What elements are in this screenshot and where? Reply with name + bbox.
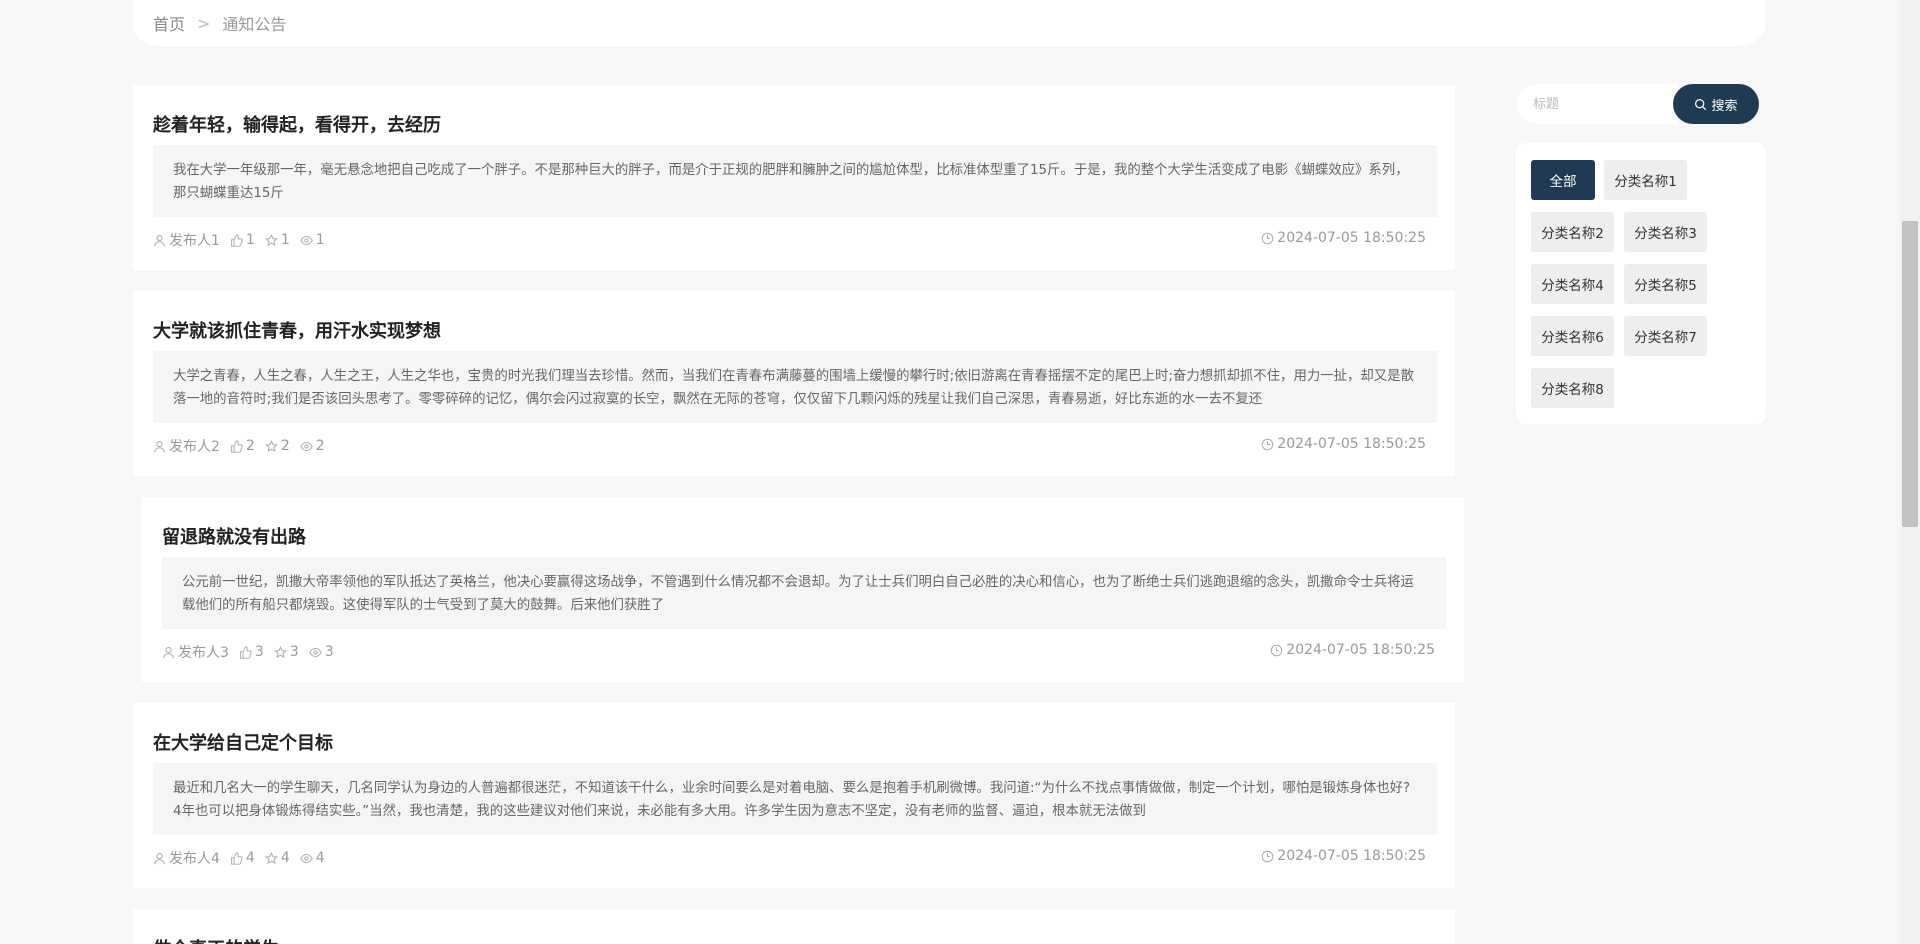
author-name: 发布人1 [169,233,220,249]
clock-icon [1262,232,1274,244]
article-summary: 公元前一世纪，凯撒大帝率领他的军队抵达了英格兰，他决心要赢得这场战争，不管遇到什… [162,557,1446,629]
user-icon [163,646,174,658]
search-icon [1695,98,1707,110]
star-icon [264,439,278,452]
like-count: 3 [254,644,264,660]
favorite-count: 4 [280,850,290,866]
breadcrumb: 首页 > 通知公告 [133,0,1765,46]
date-text: 2024-07-05 18:50:25 [1286,642,1435,658]
article-title[interactable]: 在大学给自己定个目标 [153,729,333,755]
clock-icon [1262,438,1274,450]
category-item[interactable]: 分类名称4 [1531,264,1614,304]
thumbs-up-icon [231,851,243,865]
author-name: 发布人4 [169,851,220,867]
article-summary: 最近和几名大一的学生聊天，几名同学认为身边的人普遍都很迷茫，不知道该干什么，业余… [153,763,1437,835]
article-date: 2024-07-05 18:50:25 [1261,436,1426,452]
breadcrumb-separator: > [197,13,211,33]
user-icon [154,440,165,452]
author-name: 发布人3 [178,645,229,661]
article-card[interactable]: 在大学给自己定个目标 最近和几名大一的学生聊天，几名同学认为身边的人普遍都很迷茫… [133,703,1455,888]
article-meta: 发布人1 1 1 1 [153,230,335,250]
article-meta: 发布人3 3 3 3 [162,642,344,662]
view-count: 4 [315,850,325,866]
article-summary: 大学之青春，人生之春，人生之王，人生之华也，宝贵的时光我们理当去珍惜。然而，当我… [153,351,1437,423]
eye-icon [300,441,313,451]
article-meta: 发布人4 4 4 4 [153,848,335,868]
clock-icon [1262,850,1274,862]
eye-icon [300,853,313,863]
category-item[interactable]: 分类名称3 [1624,212,1707,252]
breadcrumb-current: 通知公告 [222,15,287,34]
view-count: 1 [315,232,325,248]
category-all[interactable]: 全部 [1531,160,1595,200]
favorite-count: 3 [289,644,299,660]
eye-icon [300,235,313,245]
breadcrumb-home-link[interactable]: 首页 [153,11,185,35]
like-count: 2 [245,438,255,454]
article-title[interactable]: 大学就该抓住青春，用汗水实现梦想 [153,317,441,343]
article-summary: 我在大学一年级那一年，毫无悬念地把自己吃成了一个胖子。不是那种巨大的胖子，而是介… [153,145,1437,217]
category-panel: 全部 分类名称1 分类名称2 分类名称3 分类名称4 分类名称5 分类名称6 分… [1516,143,1766,424]
category-item[interactable]: 分类名称8 [1531,368,1614,408]
scrollbar-thumb[interactable] [1902,221,1918,527]
thumbs-up-icon [240,645,252,659]
view-count: 3 [324,644,334,660]
article-title[interactable]: 做个真正的学生 [153,935,279,944]
category-item[interactable]: 分类名称1 [1604,160,1687,200]
view-count: 2 [315,438,325,454]
star-icon [264,233,278,246]
article-card[interactable]: 大学就该抓住青春，用汗水实现梦想 大学之青春，人生之春，人生之王，人生之华也，宝… [133,291,1455,476]
date-text: 2024-07-05 18:50:25 [1277,436,1426,452]
category-item[interactable]: 分类名称6 [1531,316,1614,356]
author-name: 发布人2 [169,439,220,455]
category-item[interactable]: 分类名称7 [1624,316,1707,356]
date-text: 2024-07-05 18:50:25 [1277,230,1426,246]
date-text: 2024-07-05 18:50:25 [1277,848,1426,864]
article-card[interactable]: 做个真正的学生 [133,909,1455,944]
article-title[interactable]: 留退路就没有出路 [162,523,306,549]
star-icon [273,645,287,658]
article-meta: 发布人2 2 2 2 [153,436,335,456]
scrollbar[interactable] [1900,0,1920,944]
category-item[interactable]: 分类名称5 [1624,264,1707,304]
search-input[interactable] [1517,84,1677,124]
like-count: 4 [245,850,255,866]
thumbs-up-icon [231,233,243,247]
article-card[interactable]: 趁着年轻，输得起，看得开，去经历 我在大学一年级那一年，毫无悬念地把自己吃成了一… [133,85,1455,270]
favorite-count: 1 [280,232,290,248]
article-date: 2024-07-05 18:50:25 [1270,642,1435,658]
search-button-label: 搜索 [1711,98,1738,114]
search-button[interactable]: 搜索 [1673,84,1759,124]
like-count: 1 [245,232,255,248]
clock-icon [1271,644,1283,656]
article-card[interactable]: 留退路就没有出路 公元前一世纪，凯撒大帝率领他的军队抵达了英格兰，他决心要赢得这… [142,497,1464,682]
category-item[interactable]: 分类名称2 [1531,212,1614,252]
article-date: 2024-07-05 18:50:25 [1261,848,1426,864]
star-icon [264,851,278,864]
thumbs-up-icon [231,439,243,453]
user-icon [154,234,165,246]
favorite-count: 2 [280,438,290,454]
article-date: 2024-07-05 18:50:25 [1261,230,1426,246]
user-icon [154,852,165,864]
article-title[interactable]: 趁着年轻，输得起，看得开，去经历 [153,111,441,137]
eye-icon [309,647,322,657]
